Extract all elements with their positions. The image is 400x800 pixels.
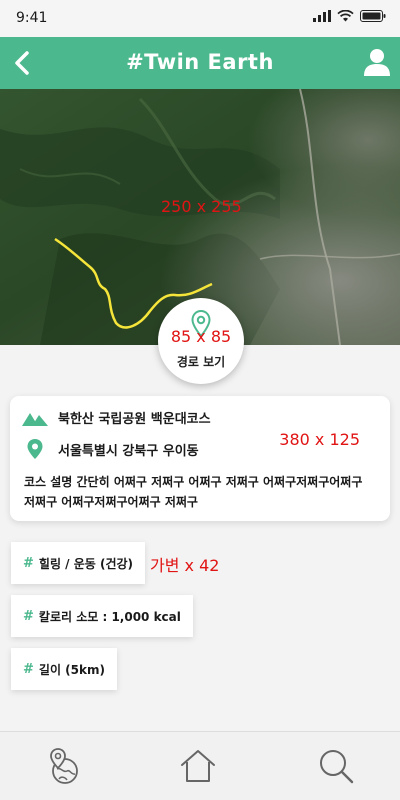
- map-size-label: 250 x 255: [161, 197, 242, 216]
- course-name: 북한산 국립공원 백운대코스: [58, 412, 211, 427]
- card-size-label: 380 x 125: [279, 430, 360, 449]
- course-name-row: 북한산 국립공원 백운대코스: [22, 408, 211, 427]
- course-info-card: 북한산 국립공원 백운대코스 서울특별시 강북구 우이동 380 x 125 코…: [10, 396, 390, 521]
- tag-label: 길이 (5km): [38, 662, 105, 677]
- nav-search-button[interactable]: [316, 746, 356, 786]
- tag-label: 힐링 / 운동 (건강): [38, 556, 134, 571]
- nav-home-button[interactable]: [178, 746, 218, 786]
- hashtag-icon: #: [23, 661, 34, 677]
- status-bar: 9:41: [0, 0, 400, 37]
- location-pin-icon: [27, 439, 43, 459]
- tag-calories[interactable]: # 칼로리 소모 : 1,000 kcal: [11, 595, 193, 637]
- tag-size-label: 가변 x 42: [150, 556, 220, 575]
- tag-label: 칼로리 소모 : 1,000 kcal: [38, 609, 181, 624]
- status-icons: [313, 10, 386, 22]
- hashtag-icon: #: [23, 608, 34, 624]
- mountain-icon: [22, 412, 48, 426]
- nav-map-button[interactable]: [44, 746, 84, 786]
- status-time: 9:41: [16, 10, 48, 26]
- route-view-label: 경로 보기: [176, 355, 226, 369]
- course-address: 서울특별시 강북구 우이동: [58, 443, 199, 459]
- route-button-size-label: 85 x 85: [170, 327, 232, 346]
- battery-icon: [360, 10, 386, 22]
- tag-healing[interactable]: # 힐링 / 운동 (건강): [11, 542, 146, 584]
- app-header: #Twin Earth: [0, 37, 400, 89]
- globe-pin-icon: [50, 748, 78, 784]
- course-description: 코스 설명 간단히 어쩌구 저쩌구 어쩌구 저쩌구 어쩌구저쩌구어쩌구 저쩌구 …: [24, 475, 363, 509]
- home-icon: [181, 750, 215, 782]
- search-icon: [320, 750, 354, 784]
- bottom-nav: [0, 731, 400, 800]
- route-view-button[interactable]: 85 x 85 경로 보기: [158, 298, 244, 384]
- hashtag-icon: #: [23, 555, 34, 571]
- wifi-icon: [337, 10, 354, 22]
- tag-length[interactable]: # 길이 (5km): [11, 648, 117, 690]
- user-icon: [364, 49, 390, 76]
- signal-icon: [313, 10, 331, 22]
- profile-button[interactable]: [364, 48, 390, 76]
- address-row: 서울특별시 강북구 우이동: [22, 438, 199, 460]
- app-title: #Twin Earth: [126, 50, 274, 74]
